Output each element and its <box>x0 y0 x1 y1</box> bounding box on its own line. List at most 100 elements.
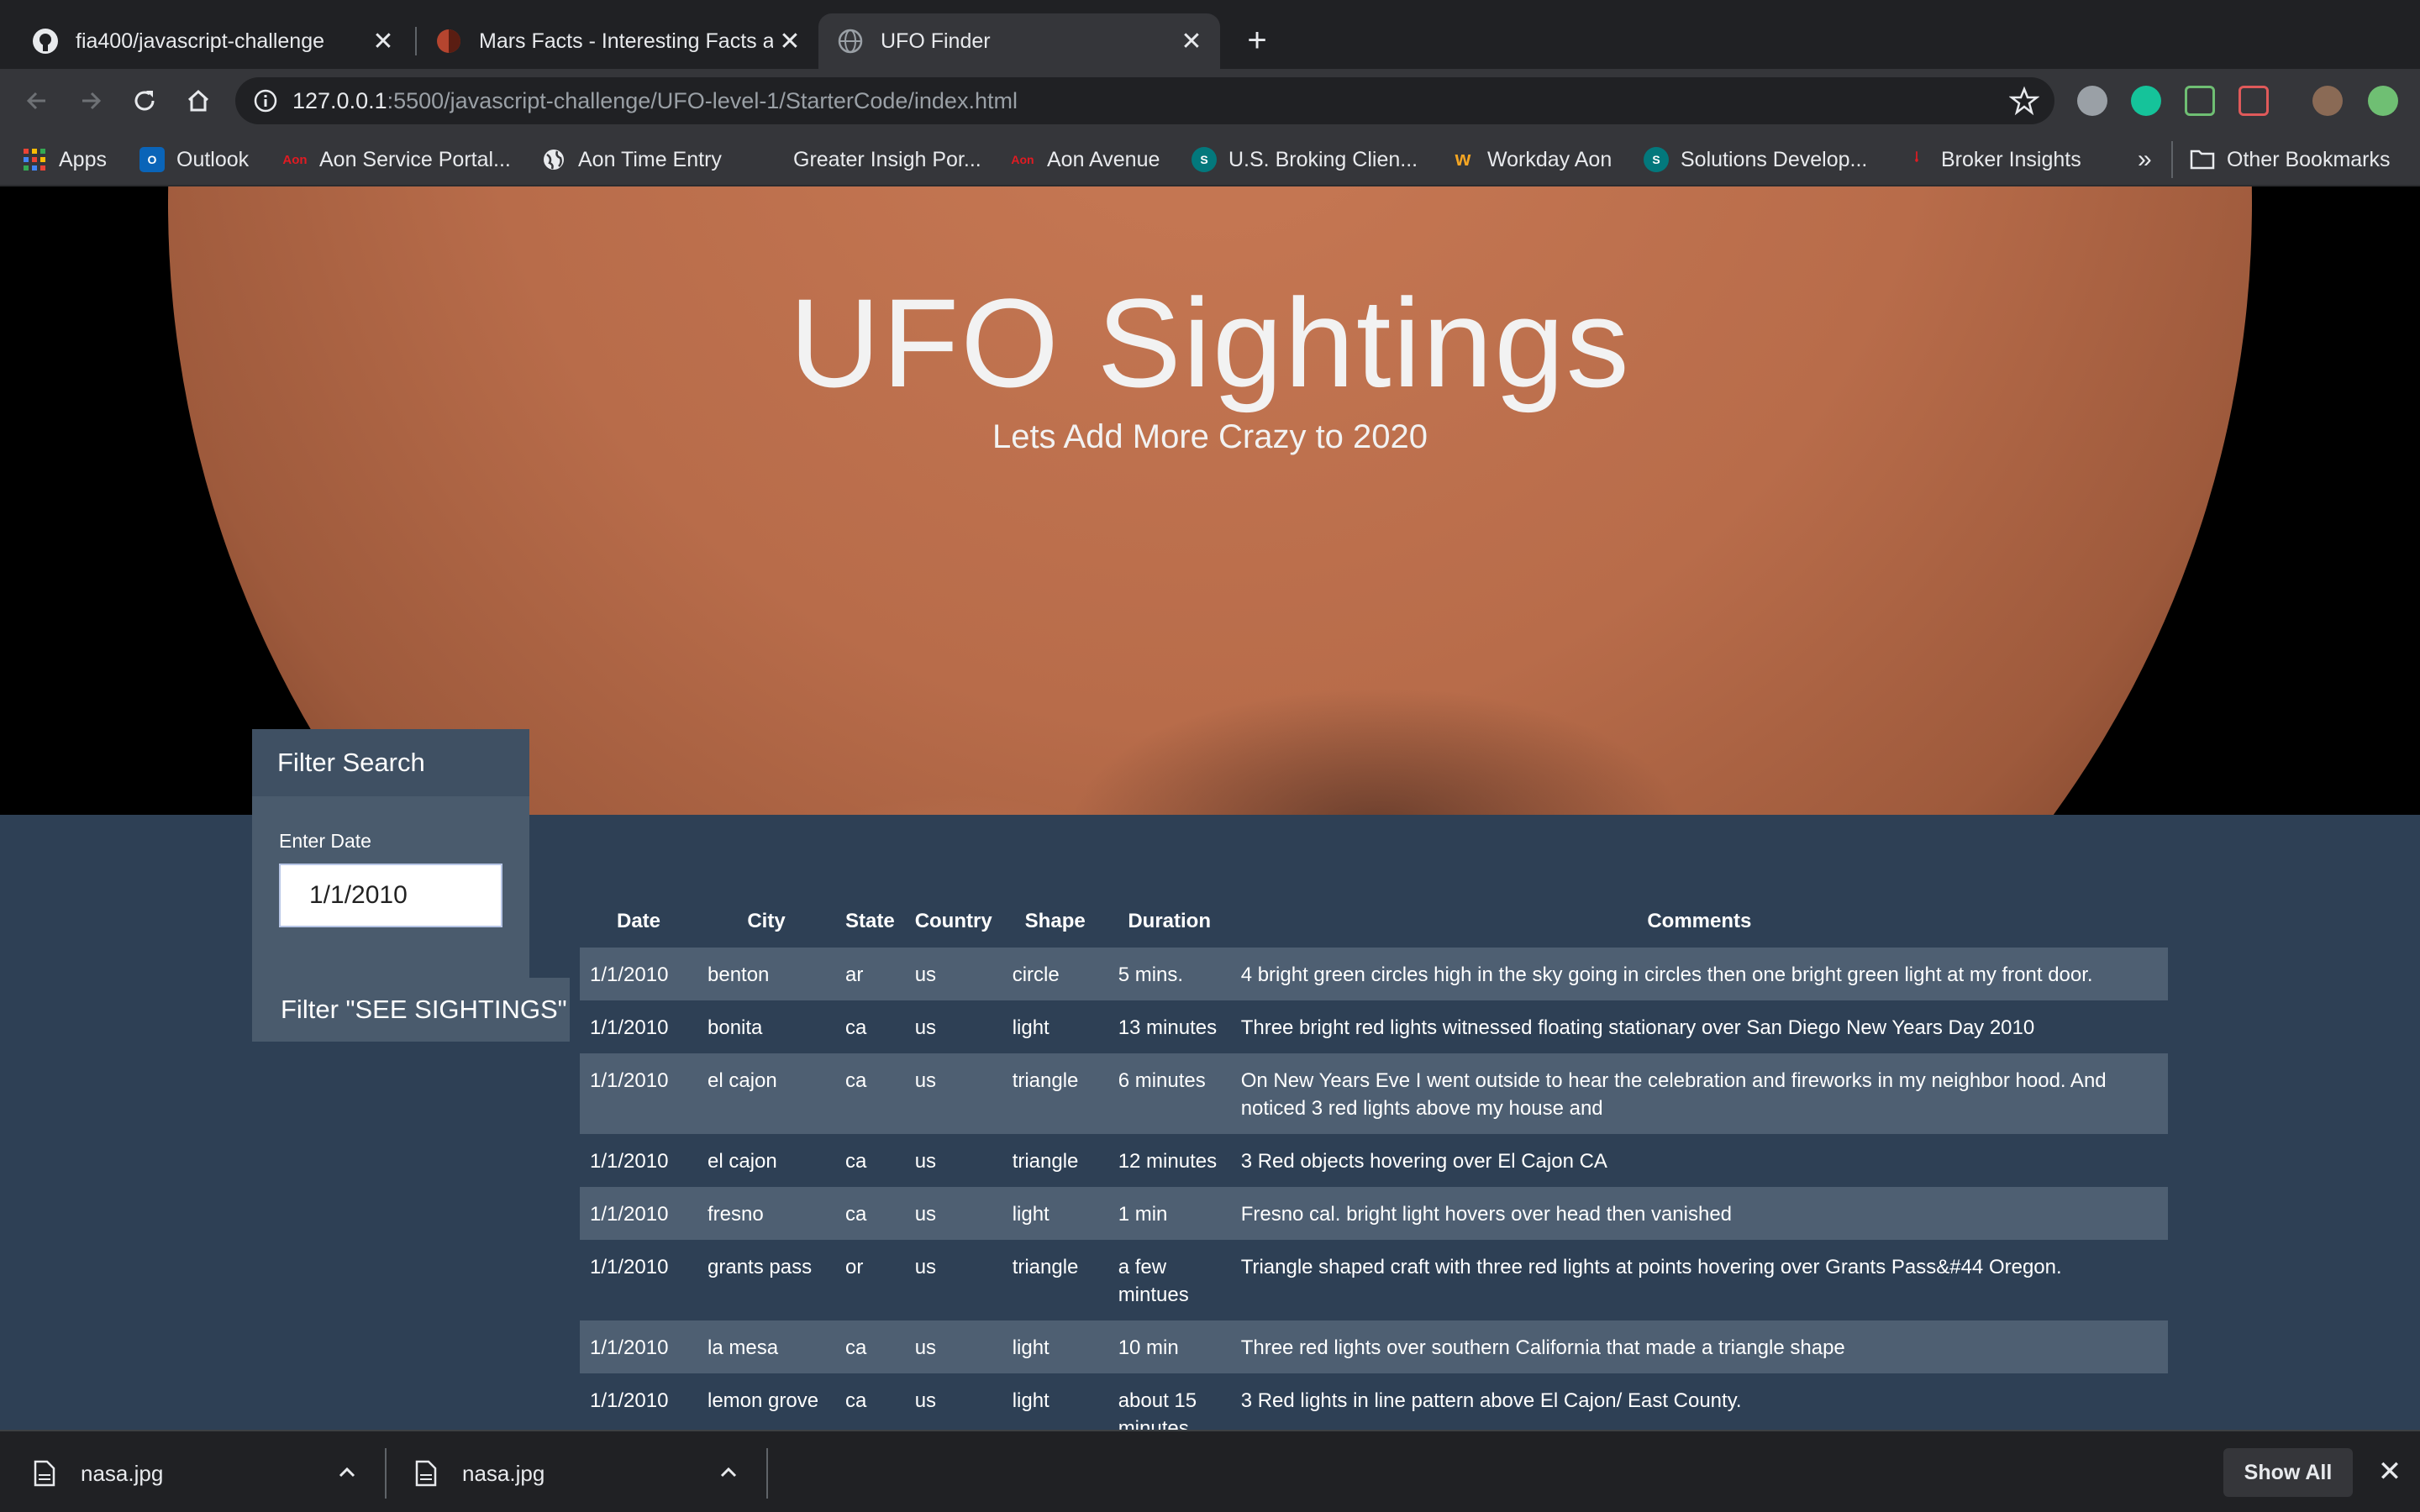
mars-icon <box>435 28 462 55</box>
page-subtitle: Lets Add More Crazy to 2020 <box>992 418 1428 455</box>
bookmark-star-icon[interactable] <box>2008 86 2040 116</box>
bookmark-outlook[interactable]: O Outlook <box>139 143 249 176</box>
tab-ufo-finder[interactable]: UFO Finder ✕ <box>818 13 1220 69</box>
bookmark-broker-insights[interactable]: ᛍ Broker Insights <box>1904 143 2081 176</box>
date-input[interactable] <box>279 864 502 927</box>
cell-shape: triangle <box>1012 1256 1079 1278</box>
profile-avatar[interactable] <box>2312 86 2343 116</box>
file-icon <box>34 1460 55 1487</box>
cell-comments: Three red lights over southern Californi… <box>1240 1336 1845 1359</box>
tab-github[interactable]: fia400/javascript-challenge ✕ <box>0 13 412 69</box>
bookmark-label: Outlook <box>176 147 250 171</box>
close-icon[interactable]: ✕ <box>2375 1457 2405 1487</box>
bookmark-label: Aon Time Entry <box>578 147 722 171</box>
cell-state: ca <box>845 1203 867 1226</box>
cell-comments: 3 Red objects hovering over El Cajon CA <box>1240 1150 1607 1173</box>
url-path: :5500/javascript-challenge/UFO-level-1/S… <box>387 88 1018 113</box>
bookmark-solutions-develop[interactable]: S Solutions Develop... <box>1644 143 1867 176</box>
cell-duration: 13 minutes <box>1118 1016 1218 1039</box>
workday-icon: w <box>1455 148 1471 171</box>
close-tab-icon[interactable]: ✕ <box>773 24 807 58</box>
download-divider <box>766 1448 768 1499</box>
cell-state: ar <box>845 963 864 986</box>
tab-mars-facts[interactable]: Mars Facts - Interesting Facts a ✕ <box>417 13 818 69</box>
date-label: Enter Date <box>279 830 371 852</box>
cell-shape: light <box>1012 1336 1050 1359</box>
extension-badge-icon[interactable] <box>2238 86 2269 116</box>
cell-country: us <box>914 1256 937 1278</box>
sharepoint-icon: S <box>1192 147 1217 172</box>
bookmark-aon-time-entry[interactable]: Aon Time Entry <box>541 143 722 176</box>
update-icon[interactable] <box>2368 86 2398 116</box>
file-icon <box>415 1460 437 1487</box>
cell-state: ca <box>845 1150 867 1173</box>
close-tab-icon[interactable]: ✕ <box>366 24 400 58</box>
header-comments: Comments <box>1647 910 1752 932</box>
reload-icon[interactable] <box>126 82 163 119</box>
tab-title: UFO Finder <box>881 29 991 53</box>
bookmarks-bar: Apps O Outlook Aon Aon Service Portal...… <box>0 133 2420 186</box>
site-info-icon[interactable] <box>252 87 279 114</box>
bookmark-aon-avenue[interactable]: Aon Aon Avenue <box>1010 143 1160 176</box>
cell-city: bonita <box>708 1016 763 1039</box>
github-icon <box>32 28 59 55</box>
forward-icon[interactable] <box>72 82 109 119</box>
cell-city: fresno <box>708 1203 764 1226</box>
header-country: Country <box>914 910 992 932</box>
cell-shape: circle <box>1012 963 1060 986</box>
url-host: 127.0.0.1 <box>292 88 387 113</box>
table-row: 1/1/2010 la mesa ca us light 10 min Thre… <box>580 1320 2168 1373</box>
header-duration: Duration <box>1128 910 1212 932</box>
outlook-icon: O <box>139 147 165 172</box>
table-row: 1/1/2010 el cajon ca us triangle 6 minut… <box>580 1053 2168 1134</box>
cell-shape: light <box>1012 1203 1050 1226</box>
download-item[interactable]: nasa.jpg <box>415 1455 544 1492</box>
table-row: 1/1/2010 benton ar us circle 5 mins. 4 b… <box>580 948 2168 1000</box>
grammarly-icon[interactable] <box>2131 86 2161 116</box>
cell-date: 1/1/2010 <box>590 963 669 986</box>
cell-city: la mesa <box>708 1336 779 1359</box>
other-bookmarks[interactable]: Other Bookmarks <box>2190 143 2391 176</box>
new-tab-button[interactable]: + <box>1239 22 1276 59</box>
cell-country: us <box>914 1150 937 1173</box>
cell-shape: triangle <box>1012 1150 1079 1173</box>
cell-country: us <box>914 1336 937 1359</box>
bookmark-workday-aon[interactable]: w Workday Aon <box>1450 143 1612 176</box>
cell-duration: 1 min <box>1118 1203 1168 1226</box>
tab-strip: fia400/javascript-challenge ✕ Mars Facts… <box>0 0 2420 69</box>
bookmark-label: Greater Insigh Por... <box>793 147 981 171</box>
extension-circle-icon[interactable] <box>2077 86 2107 116</box>
bookmark-label: U.S. Broking Clien... <box>1228 147 1418 171</box>
bookmark-us-broking[interactable]: S U.S. Broking Clien... <box>1192 143 1418 176</box>
header-state: State <box>845 910 895 932</box>
apps-grid-icon <box>22 147 47 172</box>
chevron-up-icon[interactable] <box>716 1460 741 1485</box>
aon-icon: Aon <box>1011 153 1034 166</box>
printer-extension-icon[interactable] <box>2185 86 2215 116</box>
bookmarks-divider <box>2171 141 2173 178</box>
download-item[interactable]: nasa.jpg <box>34 1455 163 1492</box>
cell-city: el cajon <box>708 1069 777 1092</box>
header-date: Date <box>616 910 661 932</box>
cell-city: el cajon <box>708 1150 777 1173</box>
close-tab-icon[interactable]: ✕ <box>1175 24 1208 58</box>
bookmark-aon-service-portal[interactable]: Aon Aon Service Portal... <box>282 143 510 176</box>
globe-icon <box>541 147 566 172</box>
show-all-button[interactable]: Show All <box>2223 1448 2353 1497</box>
address-bar[interactable]: 127.0.0.1:5500/javascript-challenge/UFO-… <box>235 77 2054 124</box>
chevron-up-icon[interactable] <box>334 1460 360 1485</box>
cell-date: 1/1/2010 <box>590 1336 669 1359</box>
bookmark-label: Other Bookmarks <box>2227 147 2391 171</box>
bookmark-apps[interactable]: Apps <box>22 143 107 176</box>
bookmark-greater-insigh[interactable]: Greater Insigh Por... <box>793 143 981 176</box>
filter-button[interactable]: Filter "SEE SIGHTINGS" <box>252 978 570 1042</box>
cell-country: us <box>914 1203 937 1226</box>
cell-date: 1/1/2010 <box>590 1150 669 1173</box>
table-row: 1/1/2010 bonita ca us light 13 minutes T… <box>580 1000 2168 1053</box>
page-title: UFO Sightings <box>789 272 1631 413</box>
home-icon[interactable] <box>180 82 217 119</box>
back-icon[interactable] <box>18 82 55 119</box>
bookmark-label: Aon Avenue <box>1047 147 1160 171</box>
bookmarks-overflow-button[interactable]: » <box>2138 143 2152 176</box>
cell-country: us <box>914 963 937 986</box>
